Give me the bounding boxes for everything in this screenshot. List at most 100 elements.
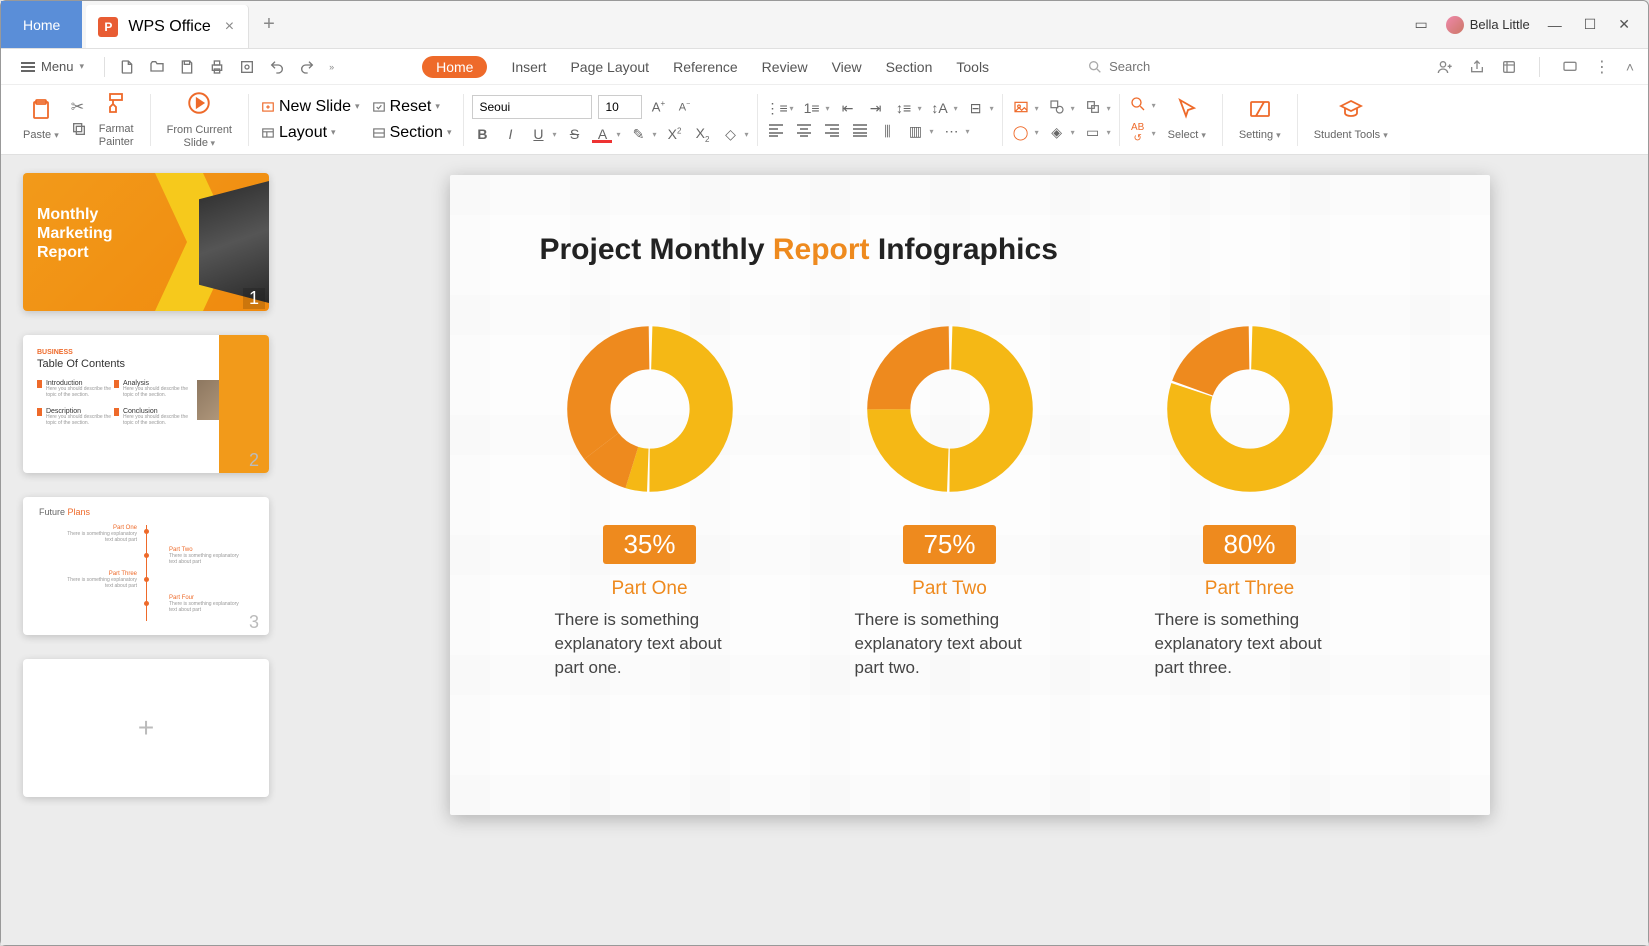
outline-icon[interactable]: ◈ — [1047, 124, 1067, 141]
new-file-icon[interactable] — [119, 59, 135, 75]
tab-view[interactable]: View — [832, 59, 862, 75]
save-icon[interactable] — [179, 59, 195, 75]
add-slide-thumb[interactable]: + — [23, 659, 269, 797]
document-tab[interactable]: P WPS Office × — [86, 5, 249, 48]
shapes-icon[interactable] — [1047, 99, 1067, 118]
redo-icon[interactable] — [299, 59, 315, 75]
menu-button[interactable]: Menu ▾ — [15, 55, 90, 78]
font-color-icon[interactable]: A — [592, 126, 612, 143]
tab-review[interactable]: Review — [762, 59, 808, 75]
more-paragraph-icon[interactable]: ⋯ — [942, 123, 962, 140]
tab-reference[interactable]: Reference — [673, 59, 738, 75]
from-current-slide-group[interactable]: From Current Slide ▾ — [159, 89, 240, 150]
replace-icon[interactable]: AB↺ — [1128, 122, 1148, 144]
tab-page-layout[interactable]: Page Layout — [570, 59, 649, 75]
highlight-icon[interactable]: ✎ — [629, 126, 649, 143]
distribute-icon[interactable]: ⫼ — [878, 123, 898, 140]
paste-group[interactable]: Paste ▾ — [15, 89, 67, 150]
align-right-icon[interactable] — [822, 123, 842, 140]
play-icon — [186, 90, 212, 122]
slide-title[interactable]: Project Monthly Report Infographics — [540, 233, 1400, 267]
clear-formatting-icon[interactable]: ◇ — [721, 126, 741, 143]
collapse-ribbon-icon[interactable]: ˄ — [1626, 59, 1634, 75]
thumb-number: 2 — [243, 450, 265, 471]
slide-thumbnails-pane[interactable]: Monthly Marketing Report 1 BUSINESS Tabl… — [1, 155, 291, 945]
search-area[interactable] — [1087, 59, 1249, 75]
user-area[interactable]: Bella Little — [1446, 16, 1530, 34]
more-icon[interactable]: ⋮ — [1594, 57, 1610, 77]
thumb-number: 3 — [243, 612, 265, 633]
add-user-icon[interactable] — [1437, 59, 1453, 75]
format-painter-icon — [104, 91, 128, 121]
tab-insert[interactable]: Insert — [511, 59, 546, 75]
quick-access-more-icon[interactable]: » — [329, 62, 334, 72]
decrease-font-icon[interactable]: A− — [674, 101, 694, 114]
increase-indent-icon[interactable]: ⇥ — [866, 100, 886, 117]
format-painter-group[interactable]: Farmat Painter — [91, 89, 142, 150]
superscript-icon[interactable]: X2 — [665, 126, 685, 142]
undo-icon[interactable] — [269, 59, 285, 75]
decrease-indent-icon[interactable]: ⇤ — [838, 100, 858, 117]
slide-thumb-3[interactable]: Future Plans Part OneThere is something … — [23, 497, 269, 635]
align-text-icon[interactable]: ⊟ — [966, 100, 986, 117]
increase-font-icon[interactable]: A+ — [648, 99, 668, 114]
canvas-viewport[interactable]: Project Monthly Report Infographics 35% — [291, 155, 1648, 945]
close-tab-icon[interactable]: × — [221, 18, 238, 36]
chart-col-2[interactable]: 75% Part Two There is something explanat… — [840, 319, 1060, 679]
numbering-icon[interactable]: 1≡ — [802, 100, 822, 116]
select-group[interactable]: Select ▾ — [1160, 89, 1214, 150]
slide-canvas[interactable]: Project Monthly Report Infographics 35% — [450, 175, 1490, 815]
chat-icon[interactable] — [1562, 59, 1578, 75]
chart-col-3[interactable]: 80% Part Three There is something explan… — [1140, 319, 1360, 679]
document-name: WPS Office — [128, 18, 210, 36]
search-input[interactable] — [1109, 59, 1249, 74]
font-size-select[interactable] — [598, 95, 642, 119]
align-center-icon[interactable] — [794, 123, 814, 140]
strikethrough-icon[interactable]: S — [564, 126, 584, 142]
close-window-icon[interactable]: ✕ — [1614, 12, 1634, 37]
subscript-icon[interactable]: X2 — [693, 125, 713, 144]
slide-thumb-1[interactable]: Monthly Marketing Report 1 — [23, 173, 269, 311]
student-tools-group[interactable]: Student Tools ▾ — [1306, 89, 1396, 150]
find-icon[interactable] — [1128, 95, 1148, 116]
fill-icon[interactable]: ◯ — [1011, 124, 1031, 141]
reset-button[interactable]: Reset▾ — [368, 96, 456, 118]
arrange-icon[interactable] — [1083, 99, 1103, 118]
section-button[interactable]: Section▾ — [368, 122, 456, 144]
history-icon[interactable] — [1501, 59, 1517, 75]
maximize-icon[interactable]: ☐ — [1580, 12, 1601, 37]
donut-chart-1 — [560, 319, 740, 499]
share-icon[interactable] — [1469, 59, 1485, 75]
setting-group[interactable]: Setting ▾ — [1231, 89, 1289, 150]
line-spacing-icon[interactable]: ↕≡ — [894, 100, 914, 116]
copy-icon[interactable] — [71, 121, 87, 142]
align-justify-icon[interactable] — [850, 123, 870, 140]
print-icon[interactable] — [209, 59, 225, 75]
text-direction-icon[interactable]: ↕A — [930, 100, 950, 116]
font-name-select[interactable] — [472, 95, 592, 119]
tab-section[interactable]: Section — [886, 59, 933, 75]
cut-icon[interactable]: ✂ — [71, 97, 87, 117]
chart-col-1[interactable]: 35% Part One There is something explanat… — [540, 319, 760, 679]
open-file-icon[interactable] — [149, 59, 165, 75]
layout-button[interactable]: Layout▾ — [257, 122, 364, 144]
italic-icon[interactable]: I — [500, 126, 520, 142]
part-text-2: There is something explanatory text abou… — [855, 608, 1045, 679]
bold-icon[interactable]: B — [472, 126, 492, 142]
align-left-icon[interactable] — [766, 123, 786, 140]
bullets-icon[interactable]: ⋮≡ — [766, 100, 786, 117]
add-tab-button[interactable]: + — [249, 1, 289, 48]
print-preview-icon[interactable] — [239, 59, 255, 75]
home-button[interactable]: Home — [1, 1, 82, 48]
picture-icon[interactable] — [1011, 99, 1031, 118]
underline-icon[interactable]: U — [528, 126, 548, 142]
new-slide-button[interactable]: New Slide▾ — [257, 96, 364, 118]
student-tools-icon — [1338, 97, 1364, 127]
window-snap-icon[interactable]: ▭ — [1410, 12, 1431, 37]
columns-icon[interactable]: ▥ — [906, 123, 926, 140]
tab-tools[interactable]: Tools — [956, 59, 989, 75]
minimize-icon[interactable]: — — [1544, 13, 1566, 37]
tab-home[interactable]: Home — [422, 56, 487, 78]
effects-icon[interactable]: ▭ — [1083, 124, 1103, 141]
slide-thumb-2[interactable]: BUSINESS Table Of Contents IntroductionH… — [23, 335, 269, 473]
